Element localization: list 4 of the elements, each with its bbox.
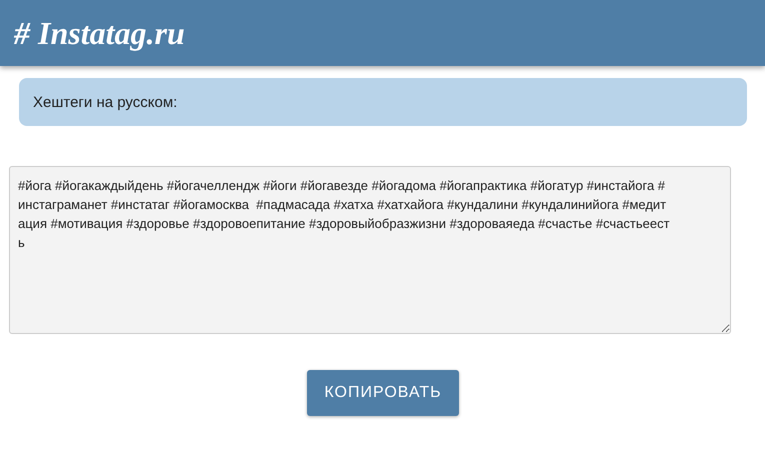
- copy-button[interactable]: КОПИРОВАТЬ: [307, 370, 459, 416]
- section-title: Хештеги на русском:: [33, 94, 178, 110]
- hashtags-field[interactable]: #йога #йогакаждыйдень #йогачеллендж #йоги #йогавезде #йогадома #йогапрактика #йогатур #инстайога # инстаграманет #инстатаг #йогамосква #падмасада #хатха #хатхайога #кундалини #кундалинийога #медит ация #мотивация #здоровье #здоровоепитание #здоровыйобразжизни #здороваяеда #счастье #счастьеест ь: [9, 166, 731, 334]
- logo[interactable]: # Instatag.ru: [14, 14, 185, 52]
